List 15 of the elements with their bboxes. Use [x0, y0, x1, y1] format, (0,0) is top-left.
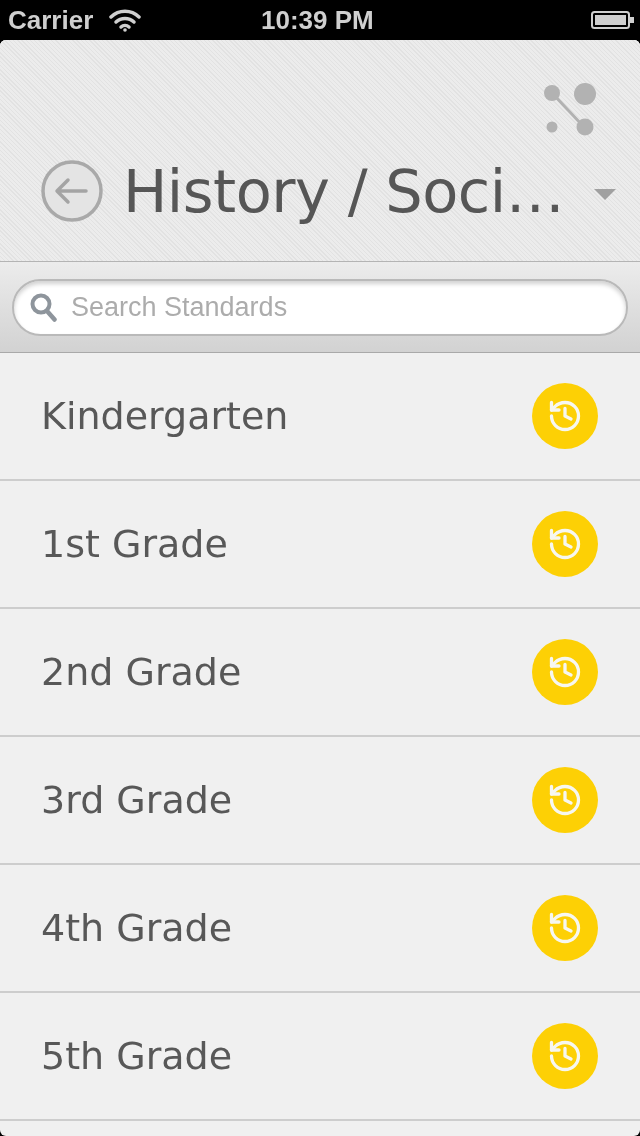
history-icon[interactable] — [532, 895, 598, 961]
history-icon[interactable] — [532, 767, 598, 833]
search-field[interactable]: Search Standards — [12, 278, 628, 336]
history-icon[interactable] — [532, 1023, 598, 1089]
history-icon[interactable] — [532, 383, 598, 449]
history-icon[interactable] — [532, 511, 598, 577]
search-icon — [30, 292, 57, 322]
connected-dots-icon[interactable] — [543, 82, 597, 138]
carrier-label: Carrier — [8, 7, 94, 33]
battery-icon — [591, 11, 634, 29]
history-icon[interactable] — [532, 639, 598, 705]
dropdown-caret-icon[interactable] — [594, 188, 616, 200]
time-label: 10:39 PM — [261, 7, 374, 33]
back-icon[interactable] — [41, 160, 103, 222]
wifi-icon — [109, 8, 142, 32]
